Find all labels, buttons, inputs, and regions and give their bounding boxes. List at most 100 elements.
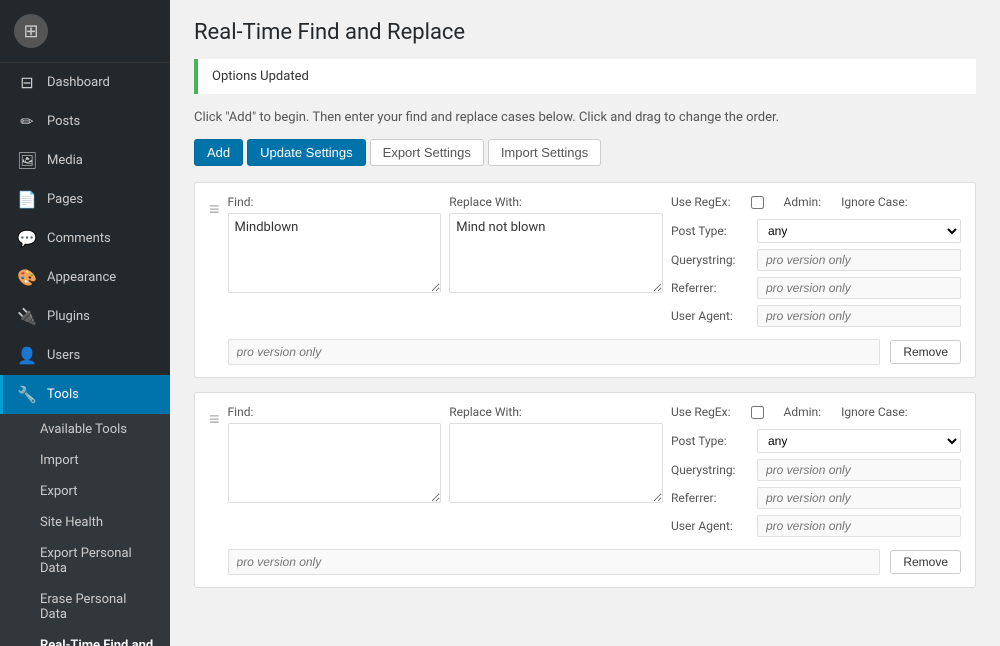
ignore-case-label-1: Ignore Case: xyxy=(841,195,908,209)
referrer-row-1: Referrer: xyxy=(671,277,961,299)
user-agent-label-2: User Agent: xyxy=(671,519,751,533)
update-settings-button[interactable]: Update Settings xyxy=(247,139,366,166)
user-agent-row-2: User Agent: xyxy=(671,515,961,537)
sidebar-logo: ⊞ xyxy=(0,0,170,63)
post-type-label-1: Post Type: xyxy=(671,224,751,238)
querystring-label-1: Querystring: xyxy=(671,253,751,267)
sidebar-item-import[interactable]: Import xyxy=(0,445,170,476)
querystring-row-2: Querystring: xyxy=(671,459,961,481)
querystring-input-1 xyxy=(757,249,961,271)
referrer-label-2: Referrer: xyxy=(671,491,751,505)
sidebar-item-erase-personal-data[interactable]: Erase Personal Data xyxy=(0,584,170,630)
options-header-2: Use RegEx: Admin: Ignore Case: xyxy=(671,405,961,419)
user-agent-input-1 xyxy=(757,305,961,327)
sidebar-item-media[interactable]: 🖼 Media xyxy=(0,141,170,180)
post-type-select-2[interactable]: any xyxy=(757,429,961,453)
page-title: Real-Time Find and Replace xyxy=(194,20,976,45)
sidebar-item-posts[interactable]: ✏ Posts xyxy=(0,102,170,141)
replace-field-group-2: Replace With: xyxy=(449,405,663,503)
sidebar-item-appearance[interactable]: 🎨 Appearance xyxy=(0,258,170,297)
rule-top-1: Find: Mindblown Replace With: Mind not b… xyxy=(228,195,961,327)
options-group-1: Use RegEx: Admin: Ignore Case: Post Type… xyxy=(671,195,961,327)
tools-submenu: Available Tools Import Export Site Healt… xyxy=(0,414,170,646)
admin-label-1: Admin: xyxy=(784,195,822,209)
media-icon: 🖼 xyxy=(17,151,37,170)
find-field-group-1: Find: Mindblown xyxy=(228,195,442,293)
appearance-icon: 🎨 xyxy=(17,268,37,287)
toolbar: Add Update Settings Export Settings Impo… xyxy=(194,139,976,166)
add-button[interactable]: Add xyxy=(194,139,243,166)
sidebar-item-label: Media xyxy=(47,153,83,168)
sidebar-item-export-personal-data[interactable]: Export Personal Data xyxy=(0,538,170,584)
options-header-1: Use RegEx: Admin: Ignore Case: xyxy=(671,195,961,209)
posts-icon: ✏ xyxy=(17,112,37,131)
querystring-row-1: Querystring: xyxy=(671,249,961,271)
plugins-icon: 🔌 xyxy=(17,307,37,326)
page-description: Click "Add" to begin. Then enter your fi… xyxy=(194,110,976,125)
use-regex-checkbox-2[interactable] xyxy=(751,406,764,419)
rule-card-2: ≡ Find: Replace With: xyxy=(194,392,976,588)
post-type-row-1: Post Type: any xyxy=(671,219,961,243)
export-settings-button[interactable]: Export Settings xyxy=(370,139,484,166)
use-regex-checkbox-1[interactable] xyxy=(751,196,764,209)
post-type-select-1[interactable]: any xyxy=(757,219,961,243)
rule-fields-2: Find: Replace With: Use RegEx: Admin: xyxy=(228,405,961,575)
querystring-label-2: Querystring: xyxy=(671,463,751,477)
find-label-2: Find: xyxy=(228,405,442,419)
use-regex-label-1: Use RegEx: xyxy=(671,195,731,209)
drag-handle-2[interactable]: ≡ xyxy=(209,405,220,429)
sidebar-item-label: Comments xyxy=(47,231,111,246)
user-agent-row-1: User Agent: xyxy=(671,305,961,327)
rule-row-1: ≡ Find: Mindblown Replace With: Mind not… xyxy=(209,195,961,365)
drag-handle-1[interactable]: ≡ xyxy=(209,195,220,219)
sidebar-item-label: Users xyxy=(47,348,80,363)
replace-textarea-1[interactable]: Mind not blown xyxy=(449,213,663,293)
referrer-input-1 xyxy=(757,277,961,299)
import-settings-button[interactable]: Import Settings xyxy=(488,139,601,166)
admin-label-2: Admin: xyxy=(784,405,822,419)
querystring-input-2 xyxy=(757,459,961,481)
replace-label-1: Replace With: xyxy=(449,195,663,209)
sidebar-item-label: Pages xyxy=(47,192,83,207)
replace-label-2: Replace With: xyxy=(449,405,663,419)
rule-fields-1: Find: Mindblown Replace With: Mind not b… xyxy=(228,195,961,365)
rule-bottom-2: Remove xyxy=(228,549,961,575)
sidebar-item-site-health[interactable]: Site Health xyxy=(0,507,170,538)
replace-textarea-2[interactable] xyxy=(449,423,663,503)
find-replace-2: Find: Replace With: xyxy=(228,405,663,503)
find-replace-1: Find: Mindblown Replace With: Mind not b… xyxy=(228,195,663,293)
sidebar-item-dashboard[interactable]: ⊟ Dashboard xyxy=(0,63,170,102)
sidebar-item-pages[interactable]: 📄 Pages xyxy=(0,180,170,219)
main-content: Real-Time Find and Replace Options Updat… xyxy=(170,0,1000,646)
rule-bottom-1: Remove xyxy=(228,339,961,365)
sidebar-item-plugins[interactable]: 🔌 Plugins xyxy=(0,297,170,336)
sidebar-item-export[interactable]: Export xyxy=(0,476,170,507)
sidebar-item-label: Dashboard xyxy=(47,75,110,90)
sidebar-item-available-tools[interactable]: Available Tools xyxy=(0,414,170,445)
sidebar: ⊞ ⊟ Dashboard ✏ Posts 🖼 Media 📄 Pages 💬 … xyxy=(0,0,170,646)
referrer-label-1: Referrer: xyxy=(671,281,751,295)
sidebar-item-comments[interactable]: 💬 Comments xyxy=(0,219,170,258)
referrer-input-2 xyxy=(757,487,961,509)
comments-icon: 💬 xyxy=(17,229,37,248)
sidebar-item-label: Appearance xyxy=(47,270,116,285)
remove-button-2[interactable]: Remove xyxy=(890,550,961,574)
remove-button-1[interactable]: Remove xyxy=(890,340,961,364)
sidebar-item-tools[interactable]: 🔧 Tools xyxy=(0,375,170,414)
post-type-row-2: Post Type: any xyxy=(671,429,961,453)
rule-card-1: ≡ Find: Mindblown Replace With: Mind not… xyxy=(194,182,976,378)
find-label-1: Find: xyxy=(228,195,442,209)
sidebar-item-label: Posts xyxy=(47,114,80,129)
user-agent-input-2 xyxy=(757,515,961,537)
tools-icon: 🔧 xyxy=(17,385,37,404)
find-textarea-2[interactable] xyxy=(228,423,442,503)
sidebar-item-users[interactable]: 👤 Users xyxy=(0,336,170,375)
rule-top-2: Find: Replace With: Use RegEx: Admin: xyxy=(228,405,961,537)
find-textarea-1[interactable]: Mindblown xyxy=(228,213,442,293)
sidebar-item-realtime-find-replace[interactable]: Real-Time Find and Replace xyxy=(0,630,170,646)
rule-row-2: ≡ Find: Replace With: xyxy=(209,405,961,575)
rule-bottom-input-1 xyxy=(228,339,881,365)
options-group-2: Use RegEx: Admin: Ignore Case: Post Type… xyxy=(671,405,961,537)
ignore-case-label-2: Ignore Case: xyxy=(841,405,908,419)
sidebar-item-label: Plugins xyxy=(47,309,90,324)
